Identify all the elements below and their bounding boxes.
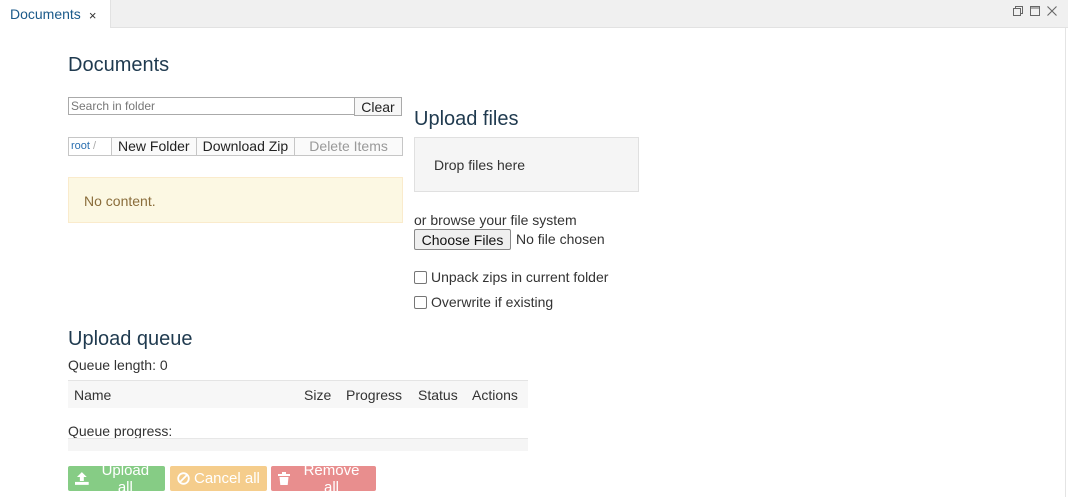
search-input[interactable] <box>68 97 355 115</box>
tab-close-icon[interactable]: × <box>89 8 97 23</box>
browse-text: or browse your file system <box>414 212 577 228</box>
new-folder-button[interactable]: New Folder <box>112 138 197 155</box>
overwrite-option[interactable]: Overwrite if existing <box>414 294 553 310</box>
download-zip-button[interactable]: Download Zip <box>196 138 296 155</box>
trash-icon <box>278 472 290 485</box>
ban-icon <box>177 472 190 485</box>
upload-all-label: Upload all <box>101 461 150 496</box>
choose-files-button[interactable]: Choose Files <box>414 229 511 250</box>
window-controls <box>1012 5 1058 17</box>
queue-progress-bar <box>68 438 528 451</box>
column-size: Size <box>304 387 332 403</box>
overwrite-checkbox[interactable] <box>414 295 427 309</box>
column-progress: Progress <box>346 387 403 403</box>
upload-all-button[interactable]: Upload all <box>68 462 165 496</box>
upload-icon <box>75 472 89 485</box>
tab-documents[interactable]: Documents × <box>0 0 111 28</box>
dropzone-label: Drop files here <box>434 157 526 173</box>
remove-all-label: Remove all <box>303 461 360 496</box>
remove-all-button[interactable]: Remove all <box>271 462 376 496</box>
panel-divider <box>1065 28 1066 497</box>
page-title: Documents <box>68 54 170 76</box>
delete-items-button[interactable]: Delete Items <box>295 138 402 155</box>
overwrite-label: Overwrite if existing <box>431 294 554 310</box>
tab-strip: Documents × <box>0 0 1068 28</box>
queue-table-header: Name Size Progress Status Actions <box>68 380 528 408</box>
column-status: Status <box>418 387 458 403</box>
upload-queue-title: Upload queue <box>68 328 193 350</box>
cancel-all-button[interactable]: Cancel all <box>170 466 267 491</box>
restore-icon[interactable] <box>1012 5 1024 17</box>
tab-label: Documents <box>10 6 81 22</box>
breadcrumb: root / <box>69 138 112 155</box>
column-name: Name <box>74 387 112 403</box>
maximize-icon[interactable] <box>1029 5 1041 17</box>
unpack-zips-option[interactable]: Unpack zips in current folder <box>414 269 608 285</box>
breadcrumb-separator: / <box>92 140 97 152</box>
empty-folder-message: No content. <box>68 177 403 223</box>
queue-progress-label: Queue progress: <box>68 423 173 439</box>
breadcrumb-root[interactable]: root <box>71 140 90 152</box>
close-icon[interactable] <box>1046 5 1058 17</box>
unpack-zips-label: Unpack zips in current folder <box>431 269 609 285</box>
file-dropzone[interactable]: Drop files here <box>414 137 639 192</box>
unpack-zips-checkbox[interactable] <box>414 270 427 284</box>
clear-button[interactable]: Clear <box>354 97 402 116</box>
cancel-all-label: Cancel all <box>194 470 260 487</box>
upload-files-title: Upload files <box>414 108 519 130</box>
folder-toolbar: root / New Folder Download Zip Delete Ite… <box>68 137 403 156</box>
column-actions: Actions <box>472 387 518 403</box>
queue-length: Queue length: 0 <box>68 357 168 373</box>
file-chosen-status: No file chosen <box>516 231 605 247</box>
